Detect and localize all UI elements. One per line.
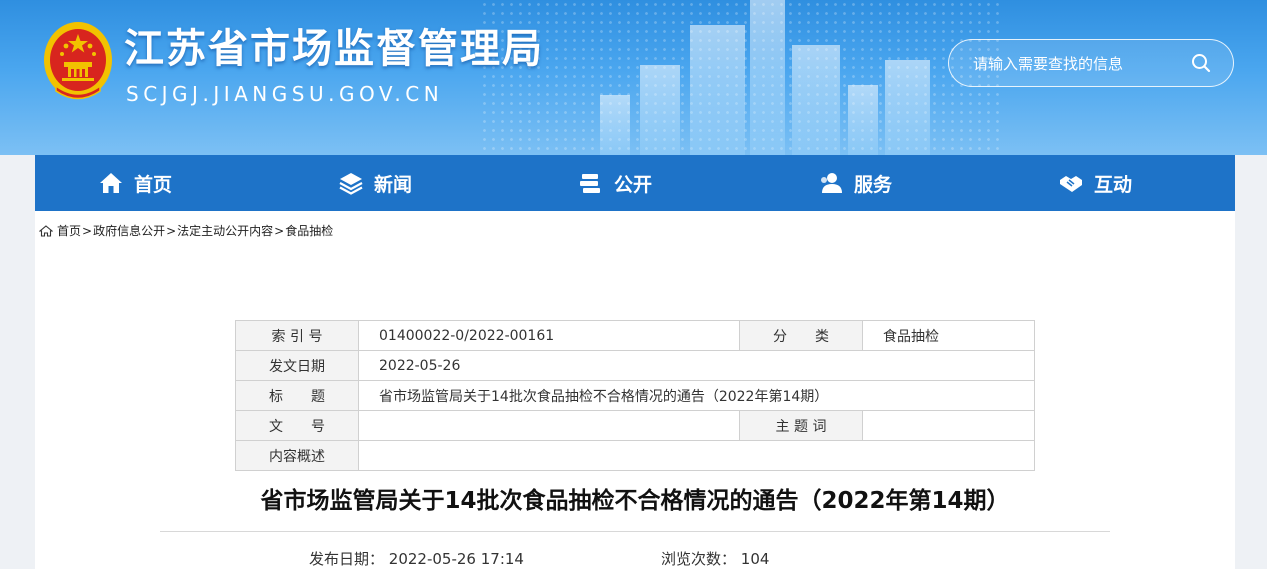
nav-item-service[interactable]: 服务 [818, 155, 892, 211]
site-domain: SCJGJ.JIANGSU.GOV.CN [126, 82, 444, 106]
nav-item-open[interactable]: 公开 [578, 155, 652, 211]
views-value: 104 [740, 550, 770, 568]
publish-date: 发布日期： 2022-05-26 17:14 [309, 548, 524, 569]
nav-item-news[interactable]: 新闻 [338, 155, 412, 211]
home-small-icon [39, 224, 53, 237]
banner-building [792, 45, 840, 155]
keyword-label: 主 题 词 [739, 410, 863, 441]
banner-building [848, 85, 878, 155]
table-row: 文 号 主 题 词 [235, 410, 1035, 441]
site-title: 江苏省市场监督管理局 [124, 26, 544, 72]
breadcrumb-home[interactable]: 首页 [57, 222, 81, 239]
divider [160, 531, 1110, 532]
main-nav: 首页 新闻 公开 服务 互动 [35, 155, 1235, 211]
docno-value [358, 410, 740, 441]
banner-building [600, 95, 630, 155]
nav-interact-label: 互动 [1094, 173, 1133, 196]
banner-building [640, 65, 680, 155]
banner-building [750, 0, 785, 155]
handshake-icon [1060, 176, 1082, 192]
header-banner: 江苏省市场监督管理局 SCJGJ.JIANGSU.GOV.CN [0, 0, 1267, 155]
date-label: 发文日期 [235, 350, 359, 381]
main-content: 首页 > 政府信息公开 > 法定主动公开内容 > 食品抽检 索 引 号 0140002… [35, 211, 1235, 569]
publish-label: 发布日期： [309, 550, 385, 568]
breadcrumb-food-inspection[interactable]: 食品抽检 [285, 222, 333, 239]
search-input[interactable] [971, 52, 1195, 76]
views-label: 浏览次数： [661, 550, 737, 568]
people-icon [821, 173, 842, 193]
nav-news-label: 新闻 [374, 173, 413, 196]
breadcrumb-gov-info[interactable]: 政府信息公开 [93, 222, 165, 239]
category-value: 食品抽检 [862, 320, 1035, 351]
breadcrumb-statutory[interactable]: 法定主动公开内容 [177, 222, 273, 239]
nav-item-interact[interactable]: 互动 [1058, 155, 1132, 211]
table-row: 标 题 省市场监管局关于14批次食品抽检不合格情况的通告（2022年第14期） [235, 380, 1035, 411]
title-label: 标 题 [235, 380, 359, 411]
summary-label: 内容概述 [235, 440, 359, 471]
breadcrumb: 首页 > 政府信息公开 > 法定主动公开内容 > 食品抽检 [39, 222, 333, 239]
article-title: 省市场监管局关于14批次食品抽检不合格情况的通告（2022年第14期） [260, 488, 1010, 514]
index-label: 索 引 号 [235, 320, 359, 351]
nav-open-label: 公开 [614, 173, 653, 196]
layers-icon [339, 173, 363, 195]
docno-label: 文 号 [235, 410, 359, 441]
search-box[interactable] [948, 39, 1234, 87]
search-icon[interactable] [1191, 53, 1211, 73]
keyword-value [862, 410, 1035, 441]
banner-building [690, 25, 745, 155]
books-icon [580, 174, 600, 193]
table-row: 内容概述 [235, 440, 1035, 471]
nav-service-label: 服务 [854, 173, 893, 196]
view-count: 浏览次数： 104 [661, 548, 769, 569]
title-value: 省市场监管局关于14批次食品抽检不合格情况的通告（2022年第14期） [358, 380, 1035, 411]
metadata-table: 索 引 号 01400022-0/2022-00161 分 类 食品抽检 发文日… [235, 320, 1035, 471]
nav-home-label: 首页 [134, 173, 173, 196]
category-label: 分 类 [739, 320, 863, 351]
nav-item-home[interactable]: 首页 [98, 155, 172, 211]
table-row: 发文日期 2022-05-26 [235, 350, 1035, 381]
table-row: 索 引 号 01400022-0/2022-00161 分 类 食品抽检 [235, 320, 1035, 351]
national-emblem-icon [44, 22, 112, 100]
date-value: 2022-05-26 [358, 350, 1035, 381]
banner-building [885, 60, 930, 155]
publish-value: 2022-05-26 17:14 [388, 550, 524, 568]
summary-value [358, 440, 1035, 471]
index-value: 01400022-0/2022-00161 [358, 320, 740, 351]
home-icon [100, 173, 122, 193]
